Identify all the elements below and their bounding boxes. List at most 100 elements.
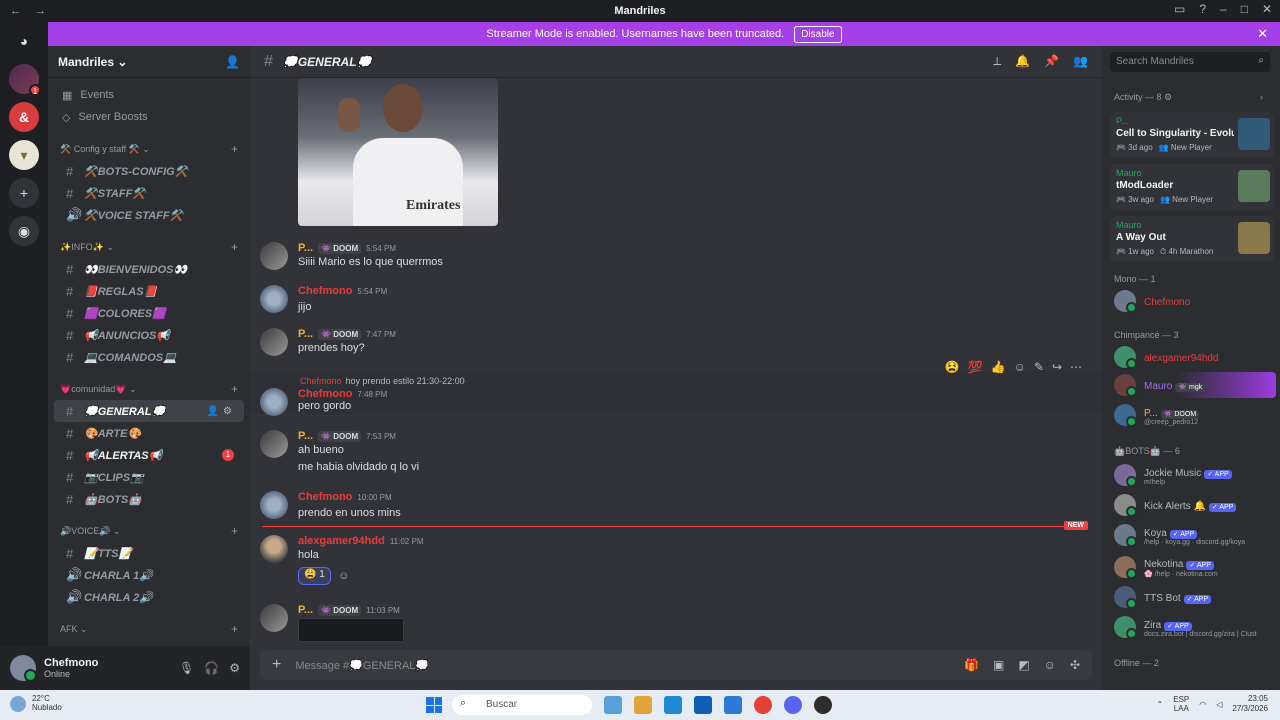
activity-card[interactable]: P... Cell to Singularity - Evoluti... 🎮 3d… (1110, 112, 1274, 158)
member-item[interactable]: Mauro 👾 mgk (1110, 372, 1276, 398)
pin-icon[interactable]: 📌 (1044, 54, 1059, 69)
channel-category[interactable]: ✨INFO✨ ⌄ + (48, 236, 250, 258)
member-item[interactable]: P... 👾 DOOM @creep_pedro12 (1110, 400, 1276, 430)
channel-actions-icon[interactable]: 👤⚙ (207, 406, 236, 417)
message-author[interactable]: P... (298, 328, 313, 340)
channel-item[interactable]: # 📕REGLAS📕 (54, 280, 244, 302)
forward-button[interactable]: → (35, 5, 46, 17)
discover-icon[interactable]: ◉ (9, 216, 39, 246)
server-icon-light[interactable]: ▾ (9, 140, 39, 170)
settings-gear-icon[interactable]: ⚙ (229, 661, 240, 675)
channel-category[interactable]: AFK ⌄ + (48, 618, 250, 640)
emoji-icon[interactable]: ☺ (1044, 658, 1056, 672)
more-icon[interactable]: ⋯ (1070, 360, 1082, 374)
obs-icon[interactable] (814, 696, 832, 714)
channel-item[interactable]: # 📝TTS📝 (54, 542, 244, 564)
channel-item[interactable]: # 📷CLIPS📷 (54, 466, 244, 488)
taskbar-search[interactable]: ⌕ Buscar (452, 695, 592, 715)
search-input[interactable]: Search Mandriles ⌕ (1110, 52, 1270, 72)
author-avatar[interactable] (260, 242, 288, 270)
headphones-icon[interactable]: 🎧 (204, 661, 219, 675)
activity-card[interactable]: Mauro A Way Out 🎮 1w ago ⏱ 4h Marathon (1110, 216, 1274, 262)
channel-category[interactable]: ⚒️ Config y staff ⚒️ ⌄ + (48, 138, 250, 160)
gif-icon[interactable]: ▣ (993, 658, 1004, 672)
member-item[interactable]: Chefmono (1110, 288, 1276, 314)
store-icon[interactable] (694, 696, 712, 714)
wifi-icon[interactable]: ◠ (1199, 700, 1206, 709)
member-item[interactable]: Koya ✓ APP/help · koya.gg · discord.gg/ko… (1110, 520, 1276, 550)
channel-item[interactable]: # 📢ALERTAS📢 1 (54, 444, 244, 466)
member-item[interactable]: TTS Bot ✓ APP (1110, 584, 1276, 610)
reaction-100-icon[interactable]: 💯 (968, 360, 983, 374)
author-avatar[interactable] (260, 285, 288, 313)
edge-icon[interactable] (664, 696, 682, 714)
weather-widget[interactable]: 22°C Nublado (32, 694, 62, 712)
author-avatar[interactable] (260, 328, 288, 356)
add-channel-plus-icon[interactable]: + (231, 142, 238, 156)
message-author[interactable]: P... (298, 242, 313, 254)
member-item[interactable]: Kick Alerts 🔔 ✓ APP (1110, 492, 1276, 518)
minimize-button[interactable]: – (1220, 2, 1227, 16)
notification-bell-icon[interactable]: 🔔 (1015, 54, 1030, 69)
message-author[interactable]: alexgamer94hdd (298, 535, 385, 547)
windows-start-icon[interactable] (426, 697, 442, 713)
author-avatar[interactable] (260, 430, 288, 458)
events-item[interactable]: ▦ Events (48, 84, 250, 106)
message-author[interactable]: Chefmono (298, 491, 352, 503)
add-server-icon[interactable]: + (9, 178, 39, 208)
add-channel-plus-icon[interactable]: + (231, 622, 238, 636)
reply-reference[interactable]: Chefmono hoy prendo estilo 21:30-22:00 (300, 376, 465, 386)
threads-icon[interactable]: ⟂ (993, 54, 1001, 69)
discord-home-icon[interactable]: ◕ (9, 26, 39, 56)
reaction-weary-icon[interactable]: 😫 (945, 360, 960, 374)
reaction-thumbsup-icon[interactable]: 👍 (991, 360, 1006, 374)
channel-item[interactable]: 🔊 CHARLA 2🔊 (54, 586, 244, 608)
server-icon-mandriles[interactable]: 1 (9, 64, 41, 96)
invite-icon[interactable]: 👤 (225, 55, 240, 69)
message-author[interactable]: Chefmono (298, 388, 352, 400)
author-avatar[interactable] (260, 388, 288, 416)
channel-item[interactable]: # ⚒️BOTS-CONFIG⚒️ (54, 160, 244, 182)
channel-item[interactable]: # ⚒️STAFF⚒️ (54, 182, 244, 204)
channel-category[interactable]: 🔊VOICE🔊 ⌄ + (48, 520, 250, 542)
activity-header[interactable]: Activity — 8 ⚙ › (1114, 92, 1263, 103)
app-icon[interactable] (724, 696, 742, 714)
channel-category[interactable]: 💗comunidad💗 ⌄ + (48, 378, 250, 400)
tray-chevron-icon[interactable]: ⌃ (1157, 700, 1164, 709)
server-header[interactable]: Mandriles ⌄ 👤 (48, 46, 250, 78)
language-code[interactable]: ESP (1173, 695, 1189, 704)
sticker-icon[interactable]: ◩ (1018, 658, 1029, 672)
add-reaction-icon[interactable]: ☺ (335, 567, 353, 585)
forward-icon[interactable]: ↪ (1052, 360, 1062, 374)
add-channel-plus-icon[interactable]: + (231, 382, 238, 396)
add-channel-plus-icon[interactable]: + (231, 240, 238, 254)
message-author[interactable]: Chefmono (298, 285, 352, 297)
weather-icon[interactable] (10, 696, 26, 712)
message-composer[interactable]: + Message #💭GENERAL💭 🎁 ▣ ◩ ☺ ✣ (260, 650, 1092, 680)
server-icon-dnd[interactable]: & (9, 102, 39, 132)
close-icon[interactable]: ✕ (1257, 26, 1268, 42)
message-author[interactable]: P... (298, 430, 313, 442)
channel-item[interactable]: # 🟪COLORES🟪 (54, 302, 244, 324)
channel-item[interactable]: 🔊 CHARLA 1🔊 (54, 564, 244, 586)
member-list-icon[interactable]: 👥 (1073, 54, 1088, 69)
reaction-chip[interactable]: 😩 1 (298, 567, 331, 585)
activity-card[interactable]: Mauro tModLoader 🎮 3w ago 👥 New Player (1110, 164, 1274, 210)
author-avatar[interactable] (260, 535, 288, 563)
image-attachment[interactable]: Emirates (298, 78, 498, 226)
file-explorer-icon[interactable] (634, 696, 652, 714)
channel-item[interactable]: # 💻COMANDOS💻 (54, 346, 244, 368)
member-item[interactable]: alexgamer94hdd (1110, 344, 1276, 370)
member-item[interactable]: Zira ✓ APP docs.zira.bot | discord.gg/zira… (1110, 612, 1276, 642)
volume-icon[interactable]: ◁ (1216, 700, 1222, 709)
discord-taskbar-icon[interactable] (784, 696, 802, 714)
task-view-icon[interactable] (604, 696, 622, 714)
add-channel-plus-icon[interactable]: + (231, 524, 238, 538)
apps-icon[interactable]: ✣ (1070, 658, 1080, 672)
gift-icon[interactable]: 🎁 (964, 658, 979, 672)
add-reaction-icon[interactable]: ☺ (1014, 360, 1026, 374)
channel-item[interactable]: # 💭GENERAL💭 👤⚙ (54, 400, 244, 422)
clock[interactable]: 23:05 27/3/2026 (1232, 694, 1268, 714)
author-avatar[interactable] (260, 491, 288, 519)
back-button[interactable]: ← (10, 5, 21, 17)
